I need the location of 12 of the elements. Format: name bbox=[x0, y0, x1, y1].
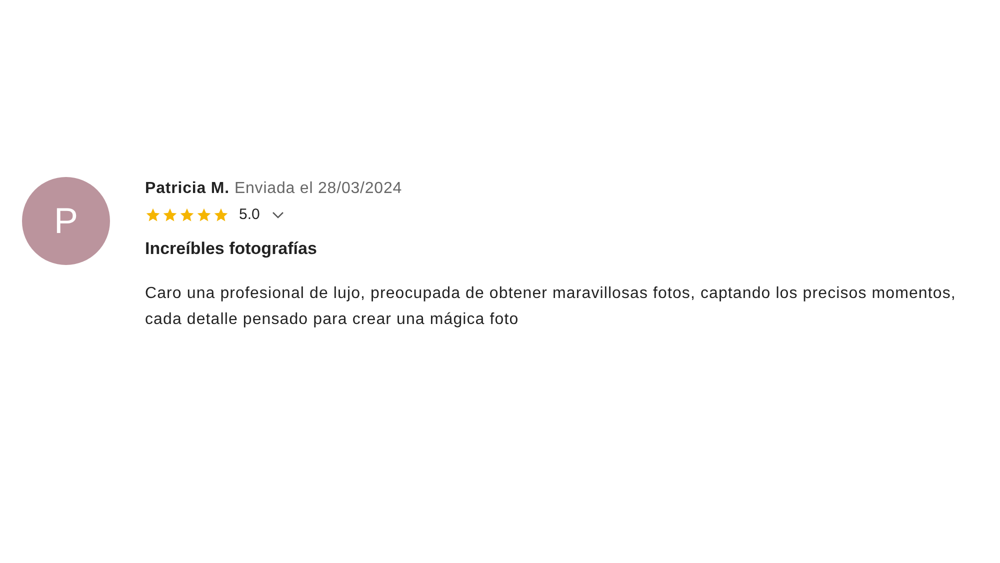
author-name: Patricia M. bbox=[145, 180, 230, 198]
review-text: Caro una profesional de lujo, preocupada de obtener maravillosas fotos, captando los precisos momentos, cada detalle pensado para crear una mágica foto bbox=[145, 284, 957, 330]
star-icon bbox=[179, 206, 195, 222]
review-title: Increíbles fotografías bbox=[145, 239, 318, 259]
rating-value: 5.0 bbox=[239, 206, 260, 223]
star-icon bbox=[213, 206, 229, 222]
star-icon bbox=[162, 206, 178, 222]
avatar: P bbox=[22, 177, 110, 265]
star-icon bbox=[145, 206, 161, 222]
review-date: Enviada el 28/03/2024 bbox=[234, 180, 402, 198]
caret-icon[interactable] bbox=[272, 210, 284, 218]
star-icon bbox=[196, 206, 212, 222]
